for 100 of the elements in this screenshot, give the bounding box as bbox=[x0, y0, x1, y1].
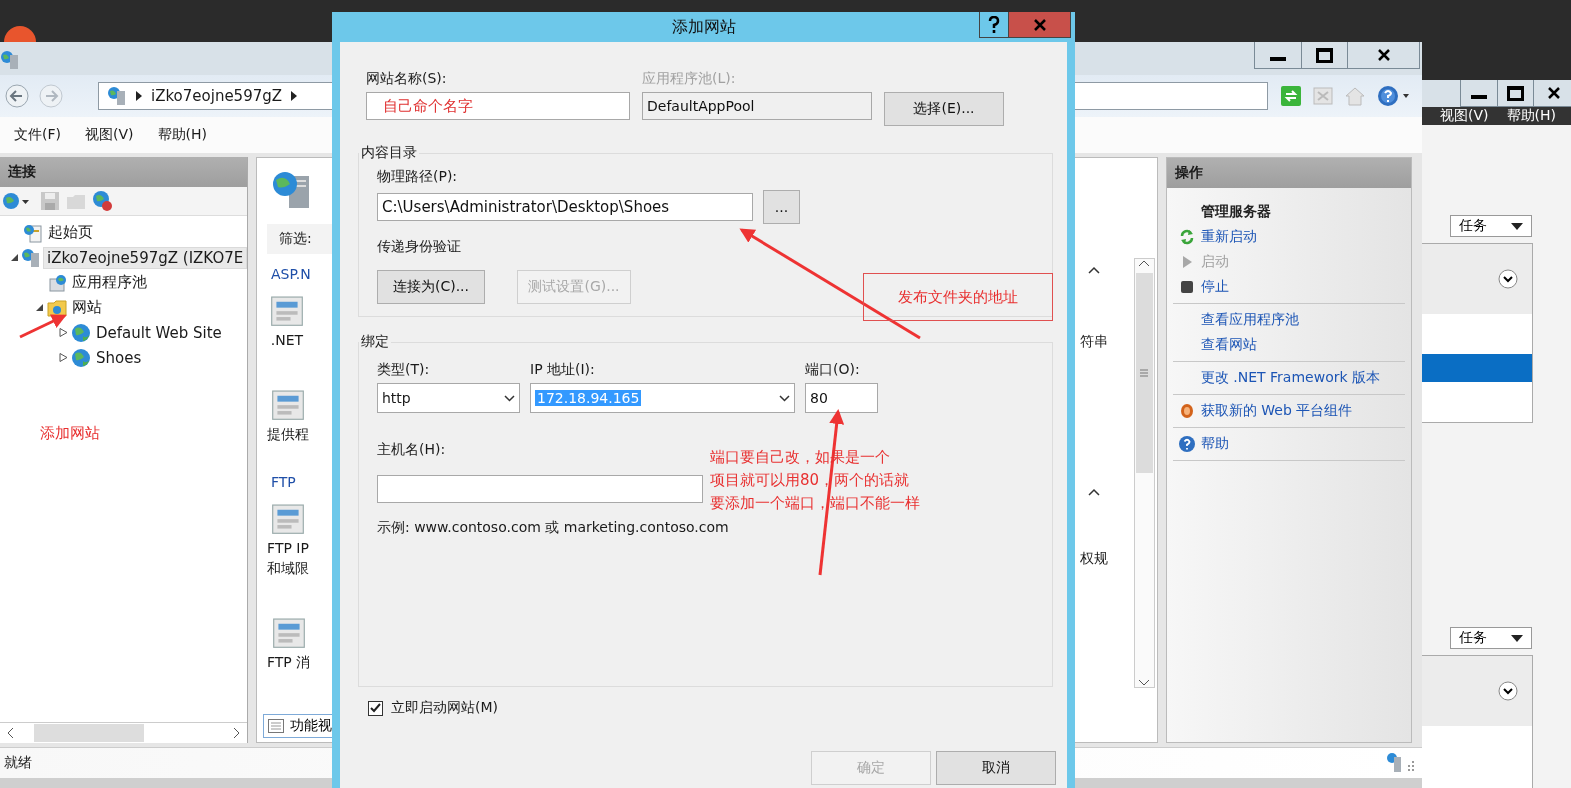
port-field[interactable]: 80 bbox=[805, 383, 878, 413]
help-button[interactable] bbox=[979, 12, 1009, 38]
site-name-field[interactable]: 自己命个名字 bbox=[366, 92, 630, 120]
refresh-icon[interactable] bbox=[1280, 85, 1302, 107]
scroll-right-icon[interactable] bbox=[231, 727, 241, 739]
chevron-icon bbox=[135, 91, 143, 101]
field-label: 传递身份验证 bbox=[377, 238, 461, 256]
server-icon bbox=[21, 247, 41, 268]
tasks-dropdown[interactable]: 任务 bbox=[1450, 215, 1532, 237]
expand-icon[interactable] bbox=[1498, 269, 1518, 289]
field-label: 主机名(H): bbox=[377, 441, 446, 459]
expand-toggle[interactable] bbox=[59, 353, 68, 362]
menu-item[interactable]: 帮助(H) bbox=[157, 126, 207, 144]
annotation-box: 发布文件夹的地址 bbox=[863, 273, 1053, 321]
field-label: 类型(T): bbox=[377, 361, 431, 379]
action-link[interactable]: 查看应用程序池 bbox=[1200, 310, 1299, 329]
tree-item[interactable]: Shoes bbox=[93, 347, 145, 368]
feature-label[interactable]: FTP 消 bbox=[267, 652, 311, 672]
chevron-icon bbox=[290, 91, 299, 101]
help-icon bbox=[1177, 434, 1196, 453]
list-icon bbox=[268, 719, 284, 733]
action-link[interactable]: 获取新的 Web 平台组件 bbox=[1200, 401, 1353, 420]
folder-icon bbox=[47, 297, 67, 318]
back-button[interactable] bbox=[4, 83, 30, 109]
group-title: 内容目录 bbox=[360, 144, 418, 162]
checkbox-label: 立即启动网站(M) bbox=[391, 699, 498, 717]
feature-label[interactable]: 提供程 bbox=[267, 424, 309, 444]
help-icon[interactable] bbox=[1376, 84, 1410, 108]
vertical-scrollbar[interactable] bbox=[1133, 258, 1155, 688]
action-link[interactable]: 停止 bbox=[1200, 277, 1229, 296]
menu-item[interactable]: 文件(F) bbox=[14, 126, 61, 144]
browse-button[interactable]: ... bbox=[763, 190, 800, 224]
check-icon bbox=[370, 703, 381, 713]
close-icon bbox=[1376, 48, 1391, 62]
question-icon bbox=[988, 15, 1000, 34]
expand-toggle[interactable] bbox=[10, 253, 19, 262]
horizontal-scrollbar[interactable] bbox=[0, 722, 247, 743]
caret-icon bbox=[504, 394, 515, 402]
close-icon bbox=[1032, 18, 1047, 31]
app-pool-icon bbox=[47, 272, 67, 293]
feature-label[interactable]: FTP IP bbox=[267, 538, 309, 558]
dialog-title: 添加网站 bbox=[671, 16, 736, 38]
server-icon bbox=[0, 50, 20, 70]
server-icon bbox=[1386, 752, 1416, 774]
stop-icon bbox=[1179, 279, 1194, 294]
action-link[interactable]: 更改 .NET Framework 版本 bbox=[1200, 368, 1381, 387]
scroll-up-icon[interactable] bbox=[1138, 259, 1151, 267]
action-link[interactable]: 重新启动 bbox=[1200, 227, 1257, 246]
host-name-field[interactable] bbox=[377, 475, 703, 503]
tree-item[interactable]: Default Web Site bbox=[93, 322, 225, 343]
filter-label: 筛选: bbox=[279, 230, 312, 248]
status-text: 就绪 bbox=[4, 754, 32, 772]
group-heading: FTP bbox=[271, 474, 296, 490]
panel-header: 连接 bbox=[0, 157, 247, 187]
field-label: 应用程序池(L): bbox=[642, 70, 737, 88]
feature-label[interactable]: 权规 bbox=[1079, 550, 1108, 568]
server-icon bbox=[107, 86, 127, 106]
menu-item[interactable]: 帮助(H) bbox=[1506, 107, 1556, 125]
action-link[interactable]: 查看网站 bbox=[1200, 335, 1257, 354]
group-heading: ASP.N bbox=[271, 266, 311, 282]
caret-icon bbox=[1511, 222, 1523, 230]
tree-item[interactable]: 起始页 bbox=[45, 222, 96, 243]
field-label: 网站名称(S): bbox=[366, 70, 448, 88]
field-label: 端口(O): bbox=[805, 361, 861, 379]
menu-item[interactable]: 视图(V) bbox=[85, 126, 134, 144]
arrow bbox=[19, 314, 67, 339]
feature-label[interactable]: 和域限 bbox=[267, 558, 309, 578]
annotation-text: 添加网站 bbox=[40, 423, 100, 444]
expand-icon[interactable] bbox=[1498, 681, 1518, 701]
expand-toggle[interactable] bbox=[59, 328, 68, 337]
tree-item[interactable]: 应用程序池 bbox=[69, 272, 150, 293]
select-button[interactable]: 选择(E)... bbox=[884, 92, 1004, 126]
feature-label[interactable]: 符串 bbox=[1079, 333, 1108, 351]
scroll-down-icon[interactable] bbox=[1138, 679, 1151, 687]
grip-icon[interactable] bbox=[1139, 369, 1150, 377]
physical-path-field[interactable]: C:\Users\Administrator\Desktop\Shoes bbox=[377, 193, 753, 221]
type-dropdown[interactable]: http bbox=[377, 383, 520, 413]
checkbox[interactable] bbox=[368, 700, 383, 716]
scroll-left-icon[interactable] bbox=[6, 727, 16, 739]
caret-icon bbox=[1511, 634, 1523, 642]
tree-item[interactable]: iZko7eojne597gZ (IZKO7E bbox=[43, 246, 247, 269]
close-icon bbox=[1546, 86, 1561, 100]
refresh-icon bbox=[1178, 228, 1195, 245]
tasks-dropdown[interactable]: 任务 bbox=[1450, 627, 1532, 649]
action-link[interactable]: 帮助 bbox=[1200, 434, 1229, 453]
globe-icon bbox=[71, 322, 91, 343]
collapse-icon[interactable] bbox=[1087, 488, 1100, 496]
menu-item[interactable]: 视图(V) bbox=[1440, 107, 1489, 125]
connect-as-button[interactable]: 连接为(C)... bbox=[377, 270, 485, 304]
expand-toggle[interactable] bbox=[35, 303, 44, 312]
group-title: 绑定 bbox=[360, 333, 390, 351]
tree-item[interactable]: 网站 bbox=[69, 297, 105, 318]
feature-label[interactable]: .NET bbox=[270, 330, 304, 350]
disconnect-icon[interactable] bbox=[92, 190, 114, 212]
example-text: 示例: www.contoso.com 或 marketing.contoso.com bbox=[377, 519, 729, 537]
collapse-icon[interactable] bbox=[1087, 266, 1100, 274]
section-heading: 管理服务器 bbox=[1200, 202, 1271, 221]
caret-icon bbox=[779, 394, 790, 402]
cancel-button[interactable]: 取消 bbox=[936, 751, 1056, 785]
field-label: 物理路径(P): bbox=[377, 168, 458, 186]
